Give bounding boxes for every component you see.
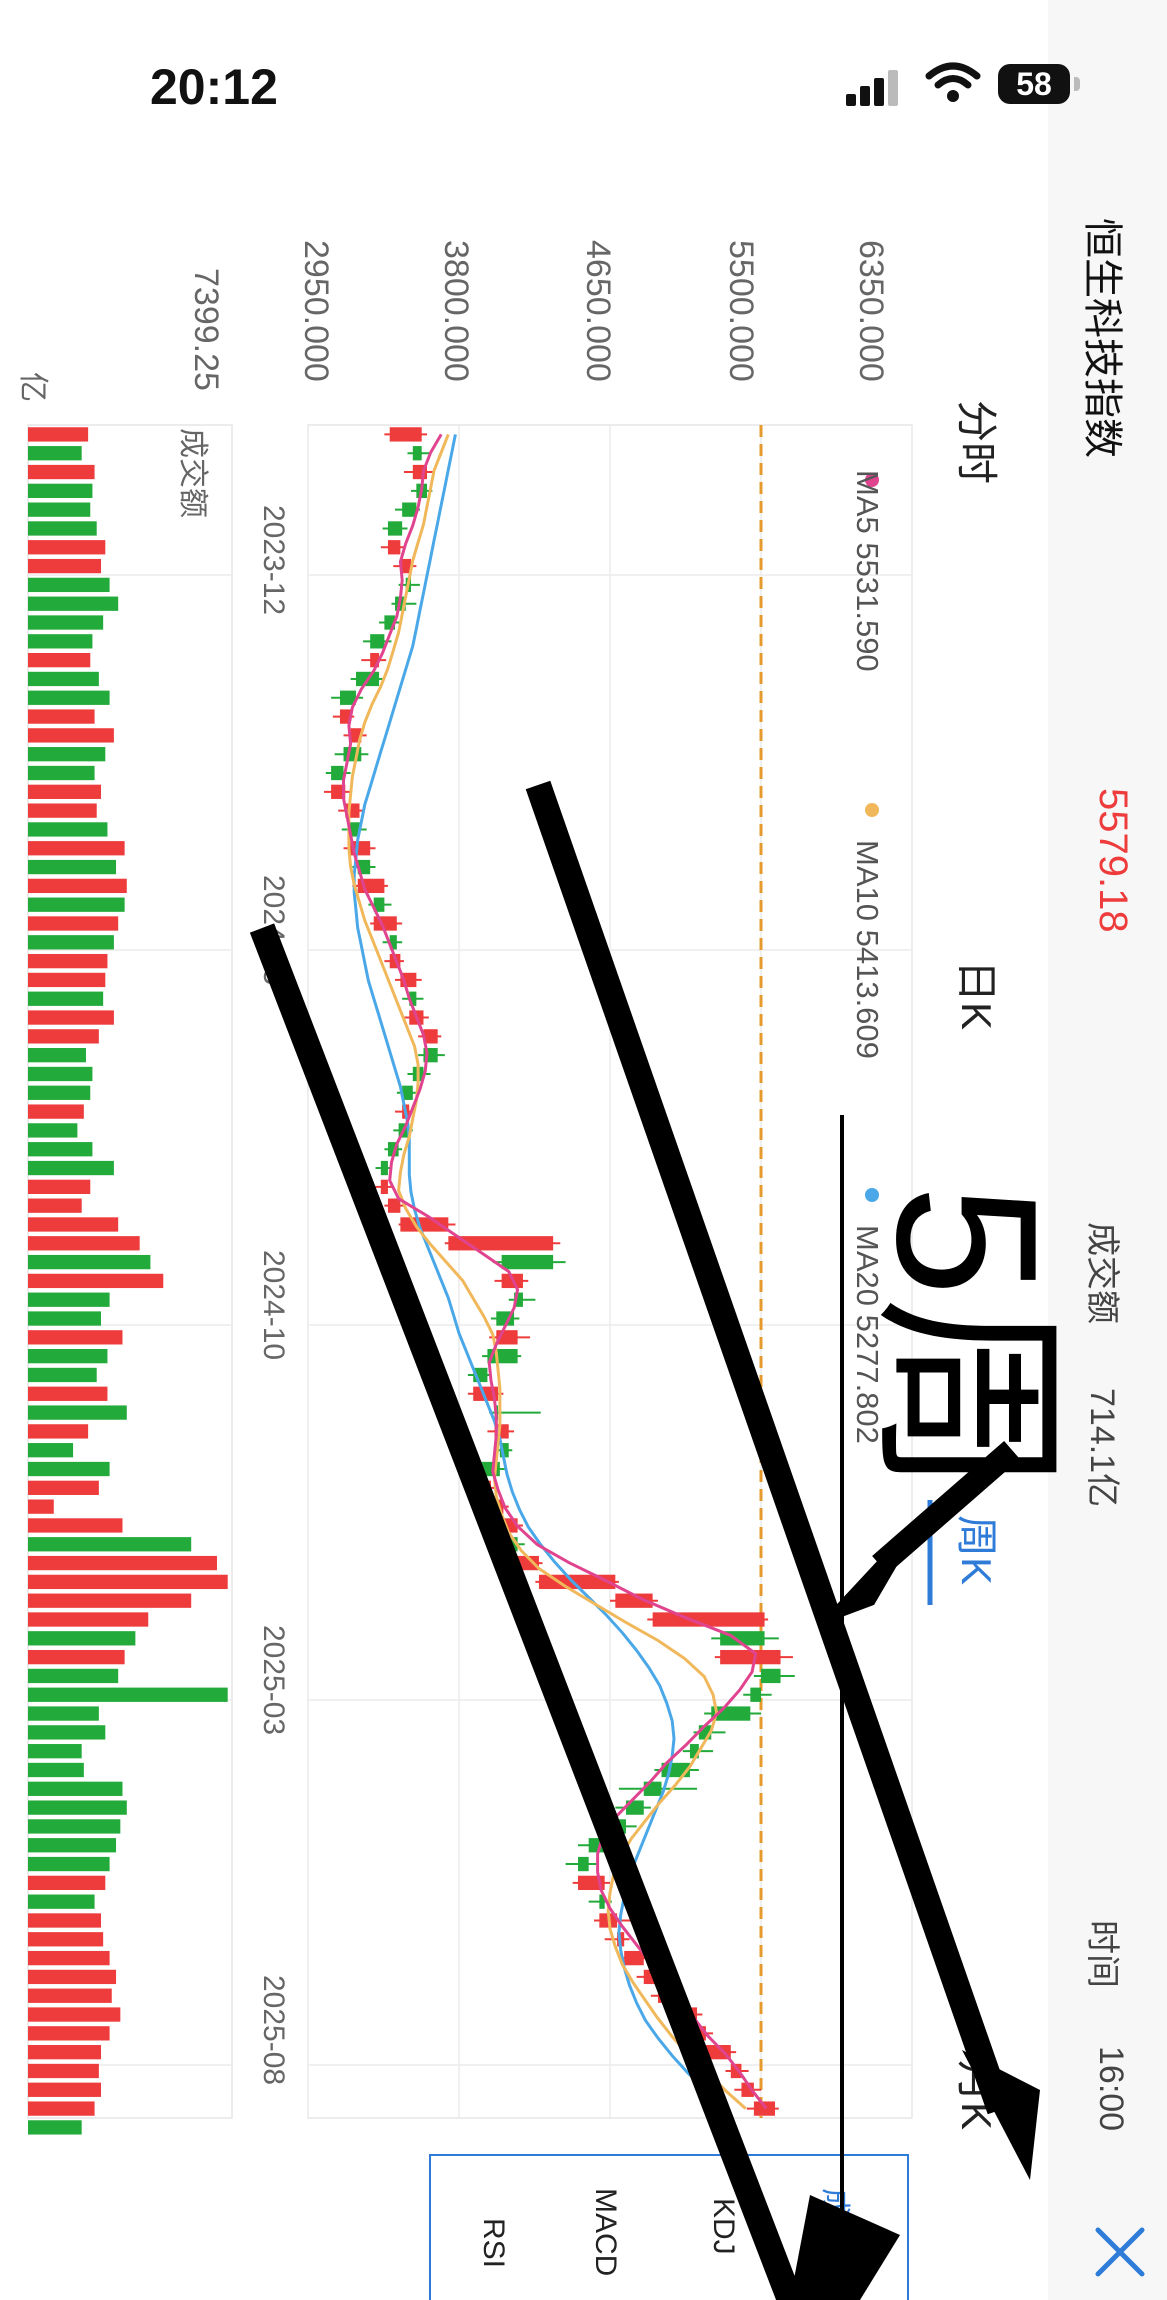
annotation-arrowhead-upper — [962, 2050, 1040, 2180]
hand-drawn-annotations — [249, 780, 1040, 2300]
annotation-text: 5周 — [855, 1185, 1078, 1497]
annotation-pointer-arrowhead — [833, 1535, 911, 1618]
annotation-line-lower — [249, 923, 803, 2300]
annotation-arrowhead-lower — [790, 2195, 900, 2300]
rotated-chart-screen: 恒生科技指数 5579.18 成交额 714.1亿 时间 16:00 分时 日K… — [0, 0, 1167, 2300]
